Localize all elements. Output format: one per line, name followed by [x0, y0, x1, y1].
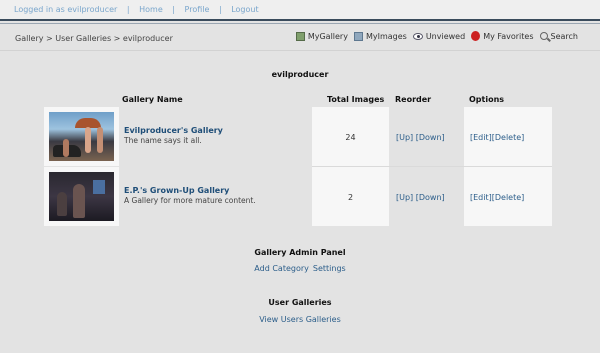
- add-category-link[interactable]: Add Category: [254, 264, 309, 273]
- move-up-link[interactable]: [Up]: [396, 193, 413, 202]
- table-row: Evilproducer's Gallery The name says it …: [44, 107, 552, 166]
- view-users-galleries-link[interactable]: View Users Galleries: [259, 315, 341, 324]
- nav-mygallery[interactable]: MyGallery: [295, 31, 348, 41]
- header-gallery-name: Gallery Name: [122, 95, 183, 104]
- gallery-name-link[interactable]: E.P.'s Grown-Up Gallery: [124, 186, 312, 195]
- nav-myimages[interactable]: MyImages: [353, 31, 407, 41]
- total-images: 2: [312, 167, 389, 226]
- eye-icon: [412, 32, 423, 40]
- user-galleries-title: User Galleries: [268, 298, 332, 307]
- breadcrumb: Gallery > User Galleries > evilproducer: [15, 34, 173, 43]
- edit-link[interactable]: [Edit]: [470, 193, 492, 202]
- thumbnail-cell: [44, 107, 119, 166]
- header-rule: [0, 19, 600, 21]
- delete-link[interactable]: [Delete]: [492, 193, 525, 202]
- edit-link[interactable]: [Edit]: [470, 133, 492, 142]
- move-down-link[interactable]: [Down]: [416, 193, 445, 202]
- profile-link[interactable]: Profile: [185, 5, 210, 14]
- reorder-cell: [Up] [Down]: [389, 167, 464, 226]
- search-icon: [539, 32, 548, 40]
- gallery-icon: [295, 31, 305, 41]
- top-bar: Logged in as evilproducer | Home | Profi…: [0, 0, 600, 19]
- options-cell: [Edit][Delete]: [464, 107, 552, 166]
- gallery-description: The name says it all.: [124, 136, 202, 145]
- gallery-description: A Gallery for more mature content.: [124, 196, 256, 205]
- favorite-icon: [471, 31, 481, 41]
- nav-unviewed-label: Unviewed: [425, 31, 466, 41]
- move-up-link[interactable]: [Up]: [396, 133, 413, 142]
- header-options: Options: [469, 95, 505, 104]
- header-rule-thin: [0, 23, 600, 24]
- nav-myimages-label: MyImages: [365, 31, 407, 41]
- move-down-link[interactable]: [Down]: [416, 133, 445, 142]
- divider: [0, 50, 600, 51]
- logged-in-label: Logged in as: [14, 5, 68, 14]
- options-cell: [Edit][Delete]: [464, 167, 552, 226]
- nav-search[interactable]: Search: [539, 31, 578, 41]
- nav-unviewed[interactable]: Unviewed: [412, 31, 466, 41]
- images-icon: [353, 31, 363, 41]
- gallery-name-cell: E.P.'s Grown-Up Gallery A Gallery for mo…: [119, 167, 312, 226]
- gallery-name-link[interactable]: Evilproducer's Gallery: [124, 126, 312, 135]
- user-galleries-links: View Users Galleries: [0, 315, 600, 324]
- admin-panel-title: Gallery Admin Panel: [254, 248, 346, 257]
- header-total-images: Total Images: [327, 95, 385, 104]
- header-reorder: Reorder: [395, 95, 432, 104]
- nav-favorites-label: My Favorites: [483, 31, 534, 41]
- separator: |: [218, 5, 222, 14]
- home-link[interactable]: Home: [139, 5, 163, 14]
- total-images: 24: [312, 107, 389, 166]
- reorder-cell: [Up] [Down]: [389, 107, 464, 166]
- delete-link[interactable]: [Delete]: [492, 133, 525, 142]
- gallery-thumbnail[interactable]: [49, 112, 114, 161]
- gallery-nav: MyGallery MyImages Unviewed My Favorites…: [295, 30, 578, 42]
- logout-link[interactable]: Logout: [231, 5, 258, 14]
- username-link[interactable]: evilproducer: [67, 5, 117, 14]
- nav-favorites[interactable]: My Favorites: [471, 31, 534, 41]
- nav-mygallery-label: MyGallery: [307, 31, 348, 41]
- thumbnail-cell: [44, 167, 119, 226]
- admin-panel-links: Add Category Settings: [0, 264, 600, 273]
- nav-search-label: Search: [550, 31, 578, 41]
- gallery-thumbnail[interactable]: [49, 172, 114, 221]
- settings-link[interactable]: Settings: [313, 264, 346, 273]
- separator: |: [172, 5, 175, 14]
- gallery-name-cell: Evilproducer's Gallery The name says it …: [119, 107, 312, 166]
- page-title: evilproducer: [271, 70, 329, 79]
- table-row: E.P.'s Grown-Up Gallery A Gallery for mo…: [44, 167, 552, 226]
- separator: |: [126, 5, 130, 14]
